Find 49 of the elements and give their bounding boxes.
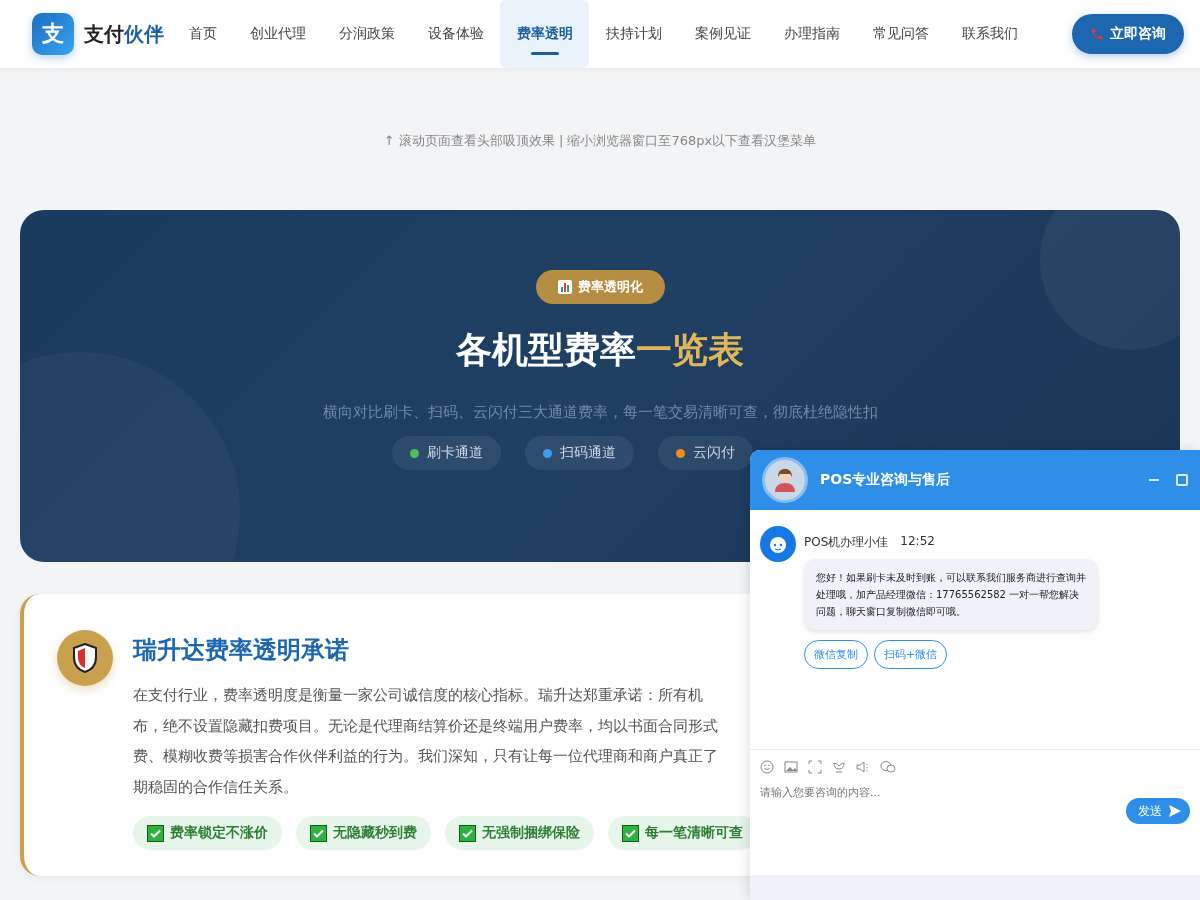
nav-tab[interactable]: 常见问答 <box>856 0 945 68</box>
hint-text: ↑ 滚动页面查看头部吸顶效果 | 缩小浏览器窗口至768px以下查看汉堡菜单 <box>383 133 817 148</box>
channel-label: 云闪付 <box>692 444 735 462</box>
nav-tab[interactable]: 分润政策 <box>322 0 411 68</box>
send-icon <box>1168 804 1182 818</box>
hero-subtitle: 横向对比刷卡、扫码、云闪付三大通道费率，每一笔交易清晰可查，彻底杜绝隐性扣 <box>322 403 878 422</box>
check-icon <box>622 824 639 842</box>
nav-tab[interactable]: 案例见证 <box>678 0 767 68</box>
tag-label: 每一笔清晰可查 <box>645 824 743 842</box>
check-icon <box>310 824 327 842</box>
nav-tab[interactable]: 扶持计划 <box>589 0 678 68</box>
promise-title: 瑞升达费率透明承诺 <box>133 635 350 666</box>
nav-tab[interactable]: 办理指南 <box>767 0 856 68</box>
tag-label: 无隐藏秒到费 <box>333 824 417 842</box>
tag-label: 费率锁定不涨价 <box>170 824 268 842</box>
sender-name: POS机办理小佳 <box>804 534 889 551</box>
logo-icon: 支 <box>32 13 74 55</box>
agent-avatar-icon <box>760 526 796 562</box>
flower-icon[interactable] <box>832 760 846 774</box>
screenshot-icon[interactable] <box>808 760 822 774</box>
check-icon <box>459 824 476 842</box>
maximize-icon[interactable] <box>1176 474 1188 486</box>
consult-button[interactable]: 立即咨询 <box>1072 14 1184 54</box>
nav-tab[interactable]: 设备体验 <box>411 0 500 68</box>
emoji-icon[interactable] <box>760 760 774 774</box>
chat-bubbles-icon[interactable] <box>880 760 896 774</box>
tag-label: 无强制捆绑保险 <box>482 824 580 842</box>
chat-title: POS专业咨询与售后 <box>820 471 952 489</box>
check-icon <box>147 824 164 842</box>
nav-tab[interactable]: 首页 <box>172 0 233 68</box>
shield-icon <box>57 630 113 686</box>
promise-text: 在支付行业，费率透明度是衡量一家公司诚信度的核心指标。瑞升达郑重承诺：所有机 布，绝不设置隐藏扣费项目。无论是代理商结算价还是终端用户费率，均以书面合同形式 费、模糊收费等损害合作伙伴利益的行为。我们深知，只有让每一位代理商和商户真正了 期稳固的合作信任关系。 <box>133 685 718 798</box>
hero-title: 各机型费率一览表 <box>456 328 744 372</box>
channel-label: 刷卡通道 <box>426 444 483 462</box>
speaker-icon[interactable] <box>856 760 870 774</box>
channel-label: 扫码通道 <box>559 444 616 462</box>
quick-reply-button[interactable]: 微信复制 <box>804 640 868 669</box>
phone-icon <box>1090 27 1104 41</box>
message-bubble: 您好！如果刷卡未及时到账，可以联系我们服务商进行查询并处理哦，加产品经理微信：17765562582 一对一帮您解决问题，聊天窗口复制微信即可哦。 <box>804 559 1098 630</box>
avatar-icon <box>762 457 808 503</box>
quick-reply-button[interactable]: 扫码+微信 <box>874 640 948 669</box>
bar-chart-icon <box>557 280 572 294</box>
badge-text: 费率透明化 <box>577 278 643 296</box>
nav-tab[interactable]: 联系我们 <box>945 0 1034 68</box>
message-time: 12:52 <box>900 534 935 550</box>
brand-name: 支付伙伴 <box>84 20 164 48</box>
nav-tab[interactable]: 费率透明 <box>500 0 589 68</box>
image-icon[interactable] <box>784 760 798 774</box>
nav-tab[interactable]: 创业代理 <box>233 0 322 68</box>
